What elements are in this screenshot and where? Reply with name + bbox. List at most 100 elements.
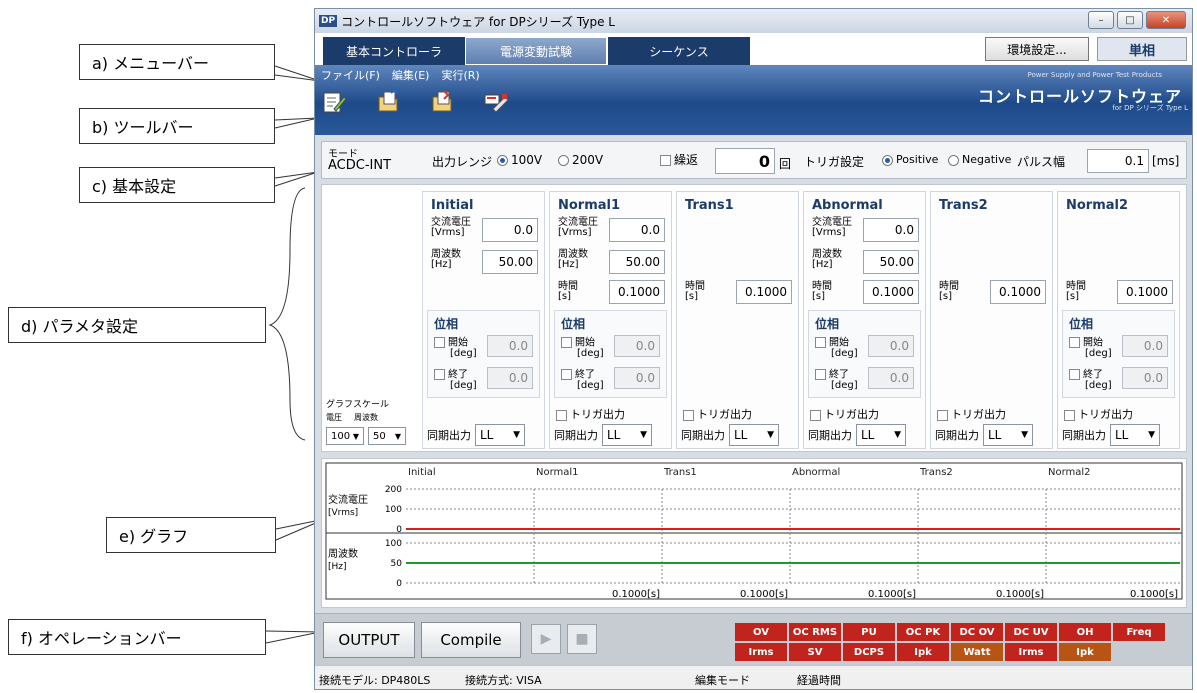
tab-power-fluctuation-test[interactable]: 電源変動試験: [465, 37, 607, 65]
radio-icon: [497, 155, 508, 166]
time-input[interactable]: 0.1000: [990, 280, 1046, 304]
sync-output-select[interactable]: LL ▼: [983, 424, 1033, 446]
alarm-indicator: Watt: [951, 643, 1003, 661]
alarm-indicator: DCPS: [843, 643, 895, 661]
sync-output-select[interactable]: LL ▼: [602, 424, 652, 446]
close-button[interactable]: ✕: [1146, 11, 1186, 29]
deg-unit: [deg]: [1085, 347, 1112, 359]
phase-start-input[interactable]: 0.0: [868, 335, 914, 357]
save-file-icon[interactable]: [429, 89, 455, 115]
range-200v-radio[interactable]: 200V: [558, 153, 603, 167]
range-200v-label: 200V: [572, 153, 604, 167]
status-bar: 接続モデル: DP480LS 接続方式: VISA 編集モード 経過時間: [315, 665, 1192, 689]
phase-end-input[interactable]: 0.0: [868, 367, 914, 389]
ac-voltage-input[interactable]: 0.0: [609, 218, 665, 242]
frequency-input[interactable]: 50.00: [609, 250, 665, 274]
chevron-down-icon: ▼: [513, 430, 520, 440]
mode-value: ACDC-INT: [328, 158, 392, 173]
phase-start-input[interactable]: 0.0: [487, 335, 533, 357]
repeat-checkbox[interactable]: 繰返: [660, 151, 698, 168]
phase-end-input[interactable]: 0.0: [614, 367, 660, 389]
phase-start-checkbox[interactable]: 開始 [deg]: [815, 337, 858, 359]
environment-settings-button[interactable]: 環境設定...: [985, 37, 1089, 61]
trigger-positive-radio[interactable]: Positive: [882, 153, 938, 166]
menu-edit[interactable]: 編集(E): [392, 67, 430, 83]
sync-output-group: 同期出力 LL ▼: [808, 424, 906, 446]
maximize-button[interactable]: □: [1117, 11, 1143, 29]
trigger-output-label: トリガ出力: [570, 408, 625, 421]
brand-tagline: Power Supply and Power Test Products: [1027, 71, 1163, 79]
time-input[interactable]: 0.1000: [609, 280, 665, 304]
time-input[interactable]: 0.1000: [863, 280, 919, 304]
frequency-input[interactable]: 50.00: [863, 250, 919, 274]
phase-start-checkbox[interactable]: 開始 [deg]: [561, 337, 604, 359]
phase-end-checkbox[interactable]: 終了 [deg]: [1069, 369, 1112, 391]
radio-icon: [882, 154, 893, 166]
time-unit: [s]: [1066, 291, 1080, 302]
ac-voltage-input[interactable]: 0.0: [863, 218, 919, 242]
trigger-output-checkbox[interactable]: トリガ出力: [810, 406, 879, 422]
callout-menubar: a) メニューバー: [79, 44, 275, 80]
range-100v-radio[interactable]: 100V: [497, 153, 542, 167]
sync-output-select[interactable]: LL ▼: [475, 424, 525, 446]
frequency-label: 周波数 [Hz]: [558, 250, 588, 270]
callout-basic-settings: c) 基本設定: [79, 167, 275, 203]
trigger-output-checkbox[interactable]: トリガ出力: [683, 406, 752, 422]
output-button[interactable]: OUTPUT: [323, 622, 415, 658]
trigger-negative-radio[interactable]: Negative: [948, 153, 1011, 166]
phase-end-checkbox[interactable]: 終了 [deg]: [561, 369, 604, 391]
menu-run[interactable]: 実行(R): [441, 67, 479, 83]
voltage-scale-select[interactable]: 100 ▼: [326, 427, 364, 445]
minimize-button[interactable]: –: [1088, 11, 1114, 29]
phase-end-checkbox[interactable]: 終了 [deg]: [815, 369, 858, 391]
trigger-output-checkbox[interactable]: トリガ出力: [1064, 406, 1133, 422]
time-input[interactable]: 0.1000: [736, 280, 792, 304]
graph-step-label: Trans1: [663, 467, 697, 478]
pulse-width-input[interactable]: 0.1: [1087, 149, 1149, 173]
single-phase-button[interactable]: 単相: [1097, 37, 1187, 61]
sync-output-select[interactable]: LL ▼: [1110, 424, 1160, 446]
graph-step-label: Trans2: [919, 467, 953, 478]
play-icon[interactable]: ▶: [531, 624, 561, 654]
phase-end-checkbox[interactable]: 終了 [deg]: [434, 369, 477, 391]
step-title: Trans2: [939, 198, 988, 213]
phase-start-checkbox[interactable]: 開始 [deg]: [1069, 337, 1112, 359]
compile-button[interactable]: Compile: [421, 622, 521, 658]
repeat-count-input[interactable]: 0: [715, 148, 775, 174]
alarm-indicator: OC RMS: [789, 623, 841, 641]
edit-icon[interactable]: [321, 89, 347, 115]
sync-value: LL: [861, 428, 875, 442]
phase-end-input[interactable]: 0.0: [1122, 367, 1168, 389]
trigger-output-checkbox[interactable]: トリガ出力: [937, 406, 1006, 422]
sync-output-select[interactable]: LL ▼: [729, 424, 779, 446]
ac-voltage-input[interactable]: 0.0: [482, 218, 538, 242]
frequency-input[interactable]: 50.00: [482, 250, 538, 274]
phase-start-input[interactable]: 0.0: [1122, 335, 1168, 357]
sync-output-select[interactable]: LL ▼: [856, 424, 906, 446]
stop-icon[interactable]: ■: [567, 624, 597, 654]
alarm-indicator: DC UV: [1005, 623, 1057, 641]
sync-output-label: 同期出力: [427, 429, 471, 442]
phase-group: 位相 開始 [deg] 0.0 終了 [deg] 0.0: [808, 310, 921, 398]
step-title: Trans1: [685, 198, 734, 213]
frequency-unit: [Hz]: [812, 259, 833, 270]
checkbox-icon: [434, 337, 445, 348]
ac-voltage-label: 交流電圧 [Vrms]: [558, 218, 598, 238]
transfer-icon[interactable]: [483, 89, 509, 115]
trigger-output-checkbox[interactable]: トリガ出力: [556, 406, 625, 422]
sync-value: LL: [480, 428, 494, 442]
phase-start-input[interactable]: 0.0: [614, 335, 660, 357]
phase-start-label: 開始: [829, 337, 849, 349]
tab-basic-controller[interactable]: 基本コントローラ: [323, 37, 465, 65]
sequence-graph: Initial Normal1 Trans1 Abnormal Trans2 Normal…: [325, 462, 1183, 600]
phase-end-label: 終了: [1083, 369, 1103, 381]
frequency-scale-select[interactable]: 50 ▼: [368, 427, 406, 445]
phase-start-checkbox[interactable]: 開始 [deg]: [434, 337, 477, 359]
menu-file[interactable]: ファイル(F): [321, 67, 380, 83]
phase-end-input[interactable]: 0.0: [487, 367, 533, 389]
open-file-icon[interactable]: [375, 89, 401, 115]
callout-graph: e) グラフ: [106, 517, 276, 553]
alarm-indicator: Ipk: [1059, 643, 1111, 661]
tab-sequence[interactable]: シーケンス: [608, 37, 750, 65]
time-input[interactable]: 0.1000: [1117, 280, 1173, 304]
